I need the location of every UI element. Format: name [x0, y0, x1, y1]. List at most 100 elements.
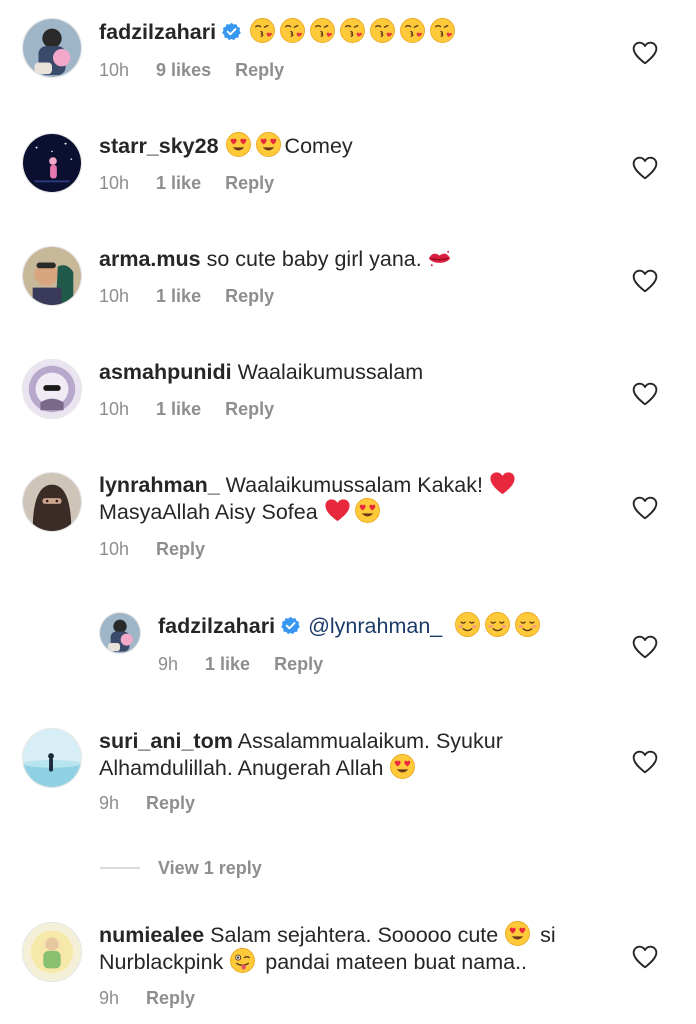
comment-text-line2: Alhamdulillah. Anugerah Allah: [99, 753, 419, 784]
reply-button[interactable]: Reply: [225, 286, 274, 306]
like-heart-icon[interactable]: [632, 750, 658, 774]
kiss-mark-emoji-icon: [426, 244, 453, 271]
comment-body-line2: Nurblackpink: [99, 950, 224, 974]
timestamp: 10h: [99, 60, 130, 80]
avatar[interactable]: [22, 246, 82, 306]
comment-body-line2: MasyaAllah Aisy Sofea: [99, 500, 318, 524]
red-heart-emoji-icon: [489, 470, 516, 497]
reply-item: fadzilzahari @lynrahman_ 9h 1 like Reply: [0, 596, 696, 706]
username[interactable]: fadzilzahari: [99, 20, 216, 44]
comment-item: arma.mus so cute baby girl yana. 10h 1 li…: [0, 226, 696, 336]
like-heart-icon[interactable]: [632, 156, 658, 180]
avatar-image: [23, 247, 81, 305]
reply-button[interactable]: Reply: [146, 988, 195, 1008]
username[interactable]: fadzilzahari: [158, 614, 275, 638]
avatar-image: [23, 19, 81, 77]
face-blowing-kiss-emoji-icon: [279, 17, 306, 44]
comment-text-line2: Nurblackpink pandai mateen buat nama..: [99, 947, 527, 978]
username[interactable]: starr_sky28: [99, 134, 219, 158]
comment-text: arma.mus so cute baby girl yana.: [99, 244, 456, 275]
avatar-image: [23, 360, 81, 418]
face-blowing-kiss-emoji-icon: [399, 17, 426, 44]
mention-link[interactable]: @lynrahman_: [308, 614, 442, 638]
timestamp: 10h: [99, 399, 130, 419]
comment-body-line2-end: pandai mateen buat nama..: [265, 950, 528, 974]
comment-meta: 9h Reply: [99, 792, 219, 814]
username[interactable]: arma.mus: [99, 247, 201, 271]
heart-eyes-emoji-icon: [225, 131, 252, 158]
comment-meta: 10h 1 like Reply: [99, 398, 298, 420]
username[interactable]: asmahpunidi: [99, 360, 232, 384]
username[interactable]: lynrahman_: [99, 473, 220, 497]
username[interactable]: suri_ani_tom: [99, 729, 233, 753]
comment-item: suri_ani_tom Assalammualaikum. Syukur Al…: [0, 708, 696, 848]
comment-body-end: si: [540, 923, 556, 947]
comment-body: Assalammualaikum. Syukur: [237, 729, 503, 753]
comment-body-line2: Alhamdulillah. Anugerah Allah: [99, 756, 384, 780]
smiling-face-emoji-icon: [484, 611, 511, 638]
avatar[interactable]: [22, 472, 82, 532]
view-replies-label[interactable]: View 1 reply: [158, 856, 262, 880]
smiling-face-emoji-icon: [514, 611, 541, 638]
like-heart-icon[interactable]: [632, 382, 658, 406]
face-blowing-kiss-emoji-icon: [369, 17, 396, 44]
likes-count[interactable]: 1 like: [205, 654, 250, 674]
heart-eyes-emoji-icon: [354, 497, 381, 524]
timestamp: 9h: [99, 793, 120, 813]
like-heart-icon[interactable]: [632, 635, 658, 659]
comment-body: Salam sejahtera. Sooooo cute: [210, 923, 499, 947]
avatar-image: [23, 729, 81, 787]
likes-count[interactable]: 9 likes: [156, 60, 211, 80]
comment-body: Waalaikumussalam Kakak!: [225, 473, 483, 497]
avatar[interactable]: [99, 612, 141, 654]
heart-eyes-emoji-icon: [255, 131, 282, 158]
timestamp: 9h: [99, 988, 120, 1008]
comment-text: asmahpunidi Waalaikumussalam: [99, 357, 423, 388]
comment-item: lynrahman_ Waalaikumussalam Kakak! Masya…: [0, 452, 696, 592]
comment-item: fadzilzahari 10h 9 likes Reply: [0, 0, 696, 110]
avatar[interactable]: [22, 728, 82, 788]
reply-button[interactable]: Reply: [235, 60, 284, 80]
timestamp: 10h: [99, 539, 130, 559]
reply-button[interactable]: Reply: [225, 399, 274, 419]
comment-text: fadzilzahari @lynrahman_: [158, 611, 544, 642]
avatar[interactable]: [22, 133, 82, 193]
likes-count[interactable]: 1 like: [156, 173, 201, 193]
verified-icon: [222, 22, 241, 41]
comment-meta: 10h 9 likes Reply: [99, 59, 308, 81]
face-blowing-kiss-emoji-icon: [339, 17, 366, 44]
reply-button[interactable]: Reply: [146, 793, 195, 813]
avatar[interactable]: [22, 18, 82, 78]
comment-meta: 9h 1 like Reply: [158, 653, 347, 675]
red-heart-emoji-icon: [324, 497, 351, 524]
comment-item: numiealee Salam sejahtera. Sooooo cute s…: [0, 902, 696, 1024]
avatar-image: [23, 134, 81, 192]
avatar[interactable]: [22, 922, 82, 982]
heart-eyes-emoji-icon: [504, 920, 531, 947]
comment-item: starr_sky28 Comey 10h 1 like Reply: [0, 113, 696, 223]
like-heart-icon[interactable]: [632, 41, 658, 65]
likes-count[interactable]: 1 like: [156, 399, 201, 419]
comment-item: asmahpunidi Waalaikumussalam 10h 1 like Re…: [0, 339, 696, 449]
like-heart-icon[interactable]: [632, 269, 658, 293]
face-blowing-kiss-emoji-icon: [309, 17, 336, 44]
comment-body: Waalaikumussalam: [237, 360, 424, 384]
username[interactable]: numiealee: [99, 923, 204, 947]
comment-text-line2: MasyaAllah Aisy Sofea: [99, 497, 384, 528]
reply-button[interactable]: Reply: [225, 173, 274, 193]
reply-thread-line: [100, 867, 140, 869]
avatar[interactable]: [22, 359, 82, 419]
smiling-face-emoji-icon: [454, 611, 481, 638]
avatar-image: [100, 613, 140, 653]
comment-meta: 10h 1 like Reply: [99, 285, 298, 307]
reply-button[interactable]: Reply: [274, 654, 323, 674]
winking-face-tongue-emoji-icon: [229, 947, 256, 974]
comment-meta: 10h 1 like Reply: [99, 172, 298, 194]
reply-button[interactable]: Reply: [156, 539, 205, 559]
comment-text: fadzilzahari: [99, 17, 459, 48]
like-heart-icon[interactable]: [632, 945, 658, 969]
verified-icon: [281, 616, 300, 635]
like-heart-icon[interactable]: [632, 496, 658, 520]
likes-count[interactable]: 1 like: [156, 286, 201, 306]
face-blowing-kiss-emoji-icon: [249, 17, 276, 44]
